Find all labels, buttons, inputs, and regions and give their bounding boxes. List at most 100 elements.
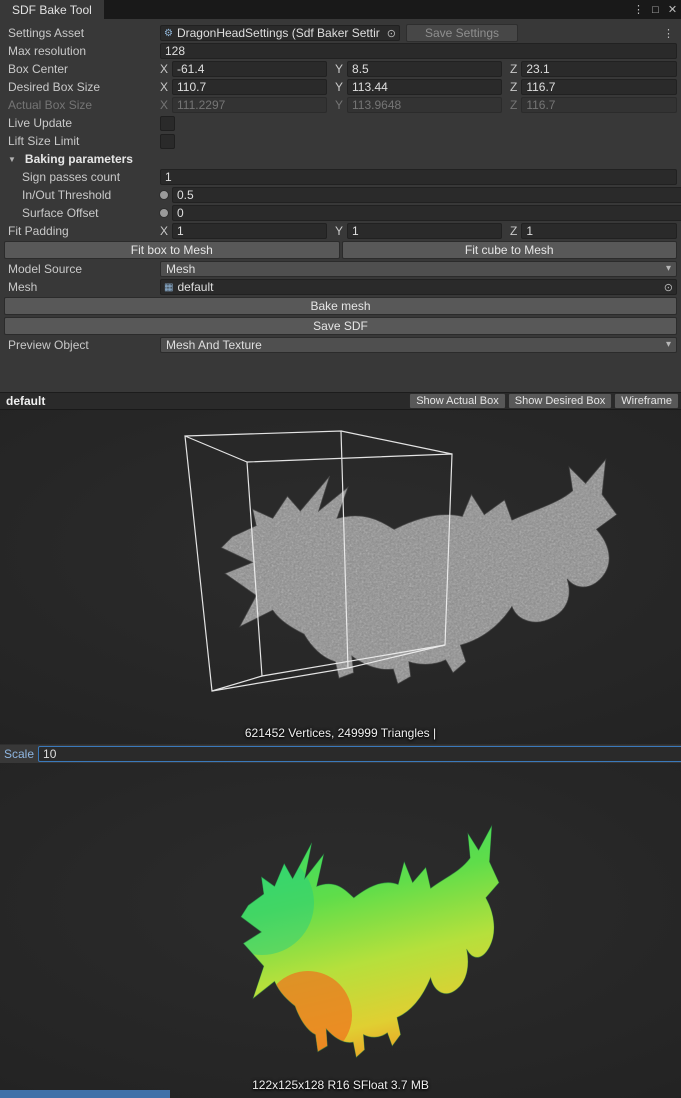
axis-z-label: Z bbox=[510, 224, 517, 238]
mesh-label: Mesh bbox=[4, 280, 156, 294]
fit-padding-label: Fit Padding bbox=[4, 224, 156, 238]
mesh-stats-text: 621452 Vertices, 249999 Triangles | bbox=[0, 726, 681, 740]
axis-z-label: Z bbox=[510, 62, 517, 76]
close-icon[interactable]: ✕ bbox=[664, 0, 681, 19]
object-picker-icon[interactable]: ⊙ bbox=[664, 281, 673, 294]
live-update-label: Live Update bbox=[4, 116, 156, 130]
mesh-row: Mesh ▦ default ⊙ bbox=[4, 279, 677, 295]
save-settings-button[interactable]: Save Settings bbox=[406, 24, 518, 42]
model-source-dropdown[interactable]: Mesh ▾ bbox=[160, 261, 677, 277]
title-bar: SDF Bake Tool ⋮ □ ✕ bbox=[0, 0, 681, 19]
maximize-icon[interactable]: □ bbox=[647, 0, 664, 19]
axis-y-label: Y bbox=[335, 224, 343, 238]
lift-size-limit-label: Lift Size Limit bbox=[4, 134, 156, 148]
actual-box-size-z-input bbox=[521, 97, 677, 113]
mesh-value: default bbox=[177, 280, 659, 294]
window-tab[interactable]: SDF Bake Tool bbox=[0, 0, 104, 19]
scale-input[interactable] bbox=[38, 746, 681, 762]
lift-size-limit-checkbox[interactable] bbox=[160, 134, 175, 149]
surface-offset-label: Surface Offset bbox=[4, 206, 156, 220]
sign-passes-count-label: Sign passes count bbox=[4, 170, 156, 184]
live-update-checkbox[interactable] bbox=[160, 116, 175, 131]
in-out-threshold-label: In/Out Threshold bbox=[4, 188, 156, 202]
mesh-object-field[interactable]: ▦ default ⊙ bbox=[160, 279, 677, 295]
show-actual-box-button[interactable]: Show Actual Box bbox=[409, 393, 506, 409]
fit-buttons-row: Fit box to Mesh Fit cube to Mesh bbox=[4, 241, 677, 259]
desired-box-size-row: Desired Box Size X Y Z bbox=[4, 79, 677, 95]
mesh-preview-viewport[interactable]: 621452 Vertices, 249999 Triangles | bbox=[0, 410, 681, 744]
show-desired-box-button[interactable]: Show Desired Box bbox=[508, 393, 613, 409]
fit-padding-y-input[interactable] bbox=[347, 223, 502, 239]
baking-parameters-foldout[interactable]: ▼ Baking parameters bbox=[4, 151, 677, 167]
max-resolution-input[interactable] bbox=[160, 43, 677, 59]
lift-size-limit-row: Lift Size Limit bbox=[4, 133, 677, 149]
foldout-arrow-icon: ▼ bbox=[8, 155, 16, 164]
box-center-y-input[interactable] bbox=[347, 61, 502, 77]
axis-x-label: X bbox=[160, 80, 168, 94]
in-out-threshold-input[interactable] bbox=[172, 187, 681, 203]
box-center-z-input[interactable] bbox=[521, 61, 677, 77]
live-update-row: Live Update bbox=[4, 115, 677, 131]
fit-padding-x-input[interactable] bbox=[172, 223, 327, 239]
settings-asset-value: DragonHeadSettings (Sdf Baker Settir bbox=[177, 26, 383, 40]
sdf-preview-viewport[interactable]: 122x125x128 R16 SFloat 3.7 MB bbox=[0, 763, 681, 1098]
axis-x-label: X bbox=[160, 224, 168, 238]
model-source-label: Model Source bbox=[4, 262, 156, 276]
preset-menu-icon[interactable]: ⋮ bbox=[660, 27, 677, 40]
axis-y-label: Y bbox=[335, 80, 343, 94]
preview-object-row: Preview Object Mesh And Texture ▾ bbox=[4, 337, 677, 353]
bake-mesh-button[interactable]: Bake mesh bbox=[4, 297, 677, 315]
axis-y-label: Y bbox=[335, 62, 343, 76]
slider-thumb[interactable] bbox=[159, 190, 169, 200]
preview-object-dropdown[interactable]: Mesh And Texture ▾ bbox=[160, 337, 677, 353]
box-center-x-input[interactable] bbox=[172, 61, 327, 77]
axis-x-label: X bbox=[160, 98, 168, 112]
actual-box-size-x-input bbox=[172, 97, 327, 113]
preview-object-value: Mesh And Texture bbox=[166, 338, 262, 352]
in-out-threshold-row: In/Out Threshold bbox=[4, 187, 677, 203]
sdf-toolbar: Scale Offset Volume Slice SDF bbox=[0, 744, 681, 763]
fit-padding-z-input[interactable] bbox=[521, 223, 677, 239]
max-resolution-label: Max resolution bbox=[4, 44, 156, 58]
box-center-label: Box Center bbox=[4, 62, 156, 76]
surface-offset-input[interactable] bbox=[172, 205, 681, 221]
bake-mesh-row: Bake mesh bbox=[4, 297, 677, 315]
window-menu-icon[interactable]: ⋮ bbox=[630, 0, 647, 19]
preview-object-label: Preview Object bbox=[4, 338, 156, 352]
mesh-preview-canvas[interactable] bbox=[0, 410, 681, 744]
object-picker-icon[interactable]: ⊙ bbox=[387, 27, 396, 40]
baking-parameters-label: Baking parameters bbox=[25, 152, 133, 166]
actual-box-size-label: Actual Box Size bbox=[4, 98, 156, 112]
scale-label: Scale bbox=[0, 747, 38, 761]
model-source-row: Model Source Mesh ▾ bbox=[4, 261, 677, 277]
sign-passes-count-input[interactable] bbox=[160, 169, 677, 185]
fit-box-to-mesh-button[interactable]: Fit box to Mesh bbox=[4, 241, 340, 259]
mesh-icon: ▦ bbox=[164, 282, 173, 293]
desired-box-size-y-input[interactable] bbox=[347, 79, 502, 95]
mesh-preview-toolbar: default Show Actual Box Show Desired Box… bbox=[0, 392, 681, 410]
sign-passes-count-row: Sign passes count bbox=[4, 169, 677, 185]
wireframe-button[interactable]: Wireframe bbox=[614, 393, 679, 409]
desired-box-size-x-input[interactable] bbox=[172, 79, 327, 95]
sdf-preview-canvas[interactable] bbox=[0, 763, 681, 1098]
settings-asset-icon: ⚙ bbox=[164, 28, 173, 39]
desired-box-size-z-input[interactable] bbox=[521, 79, 677, 95]
slider-thumb[interactable] bbox=[159, 208, 169, 218]
axis-x-label: X bbox=[160, 62, 168, 76]
fit-padding-row: Fit Padding X Y Z bbox=[4, 223, 677, 239]
settings-asset-object-field[interactable]: ⚙ DragonHeadSettings (Sdf Baker Settir ⊙ bbox=[160, 25, 400, 41]
chevron-down-icon: ▾ bbox=[666, 263, 671, 274]
fit-cube-to-mesh-button[interactable]: Fit cube to Mesh bbox=[342, 241, 678, 259]
titlebar-spacer bbox=[104, 0, 630, 19]
chevron-down-icon: ▾ bbox=[666, 339, 671, 350]
model-source-value: Mesh bbox=[166, 262, 195, 276]
axis-z-label: Z bbox=[510, 80, 517, 94]
desired-box-size-label: Desired Box Size bbox=[4, 80, 156, 94]
max-resolution-row: Max resolution bbox=[4, 43, 677, 59]
save-sdf-button[interactable]: Save SDF bbox=[4, 317, 677, 335]
surface-offset-row: Surface Offset bbox=[4, 205, 677, 221]
actual-box-size-row: Actual Box Size X Y Z bbox=[4, 97, 677, 113]
settings-asset-row: Settings Asset ⚙ DragonHeadSettings (Sdf… bbox=[4, 25, 677, 41]
actual-box-size-y-input bbox=[347, 97, 502, 113]
preview-object-name: default bbox=[0, 394, 409, 408]
